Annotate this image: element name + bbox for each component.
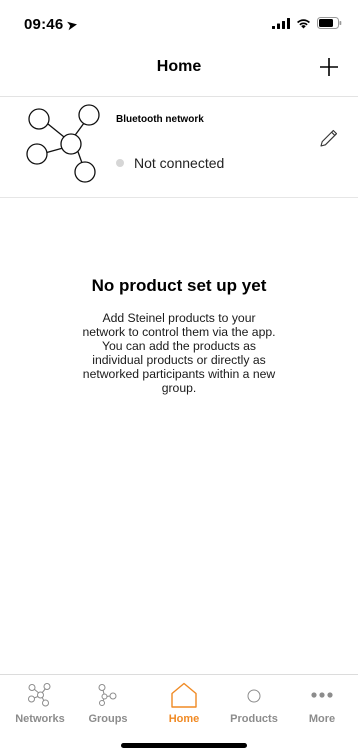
status-time: 09:46 ➤ xyxy=(24,16,79,33)
status-icons xyxy=(272,17,342,29)
connection-status-text: Not connected xyxy=(134,155,225,171)
empty-state-title: No product set up yet xyxy=(91,276,267,295)
status-dot xyxy=(116,159,124,167)
networks-icon xyxy=(28,683,51,707)
tab-home[interactable]: Home xyxy=(148,682,220,725)
nav-bar: Home xyxy=(0,44,358,92)
home-icon xyxy=(171,682,197,708)
tab-networks[interactable]: Networks xyxy=(4,683,76,725)
tab-label: Groups xyxy=(88,713,128,725)
groups-icon xyxy=(98,684,117,706)
divider xyxy=(0,197,358,198)
network-name: Bluetooth network xyxy=(116,114,204,125)
tab-label: Products xyxy=(230,713,278,725)
products-icon xyxy=(247,689,261,703)
empty-state-description: Add Steinel products to your network to … xyxy=(82,311,276,395)
home-indicator[interactable] xyxy=(121,743,247,748)
empty-state: No product set up yet Add Steinel produc… xyxy=(44,276,314,395)
tab-more[interactable]: More xyxy=(286,683,358,725)
page-title: Home xyxy=(156,58,202,75)
wifi-icon xyxy=(297,18,310,28)
status-bar: 09:46 ➤ xyxy=(0,0,358,44)
tab-groups[interactable]: Groups xyxy=(72,683,144,725)
tab-products[interactable]: Products xyxy=(218,683,290,725)
network-card[interactable]: Bluetooth network Not connected xyxy=(0,97,358,197)
more-icon xyxy=(311,692,333,698)
pencil-icon xyxy=(320,129,338,147)
tab-bar: Networks Groups Home Products More xyxy=(0,674,358,753)
connection-status: Not connected xyxy=(116,155,224,171)
add-button[interactable] xyxy=(314,52,344,82)
network-nodes-icon xyxy=(26,104,100,183)
status-time-text: 09:46 xyxy=(24,16,64,33)
cellular-signal-icon xyxy=(272,17,290,29)
location-arrow-icon: ➤ xyxy=(66,17,79,33)
edit-network-button[interactable] xyxy=(316,127,340,151)
battery-icon xyxy=(317,17,342,29)
tab-label: Networks xyxy=(15,713,65,725)
tab-label: More xyxy=(308,713,336,725)
tab-label: Home xyxy=(168,713,200,725)
plus-icon xyxy=(320,58,338,76)
